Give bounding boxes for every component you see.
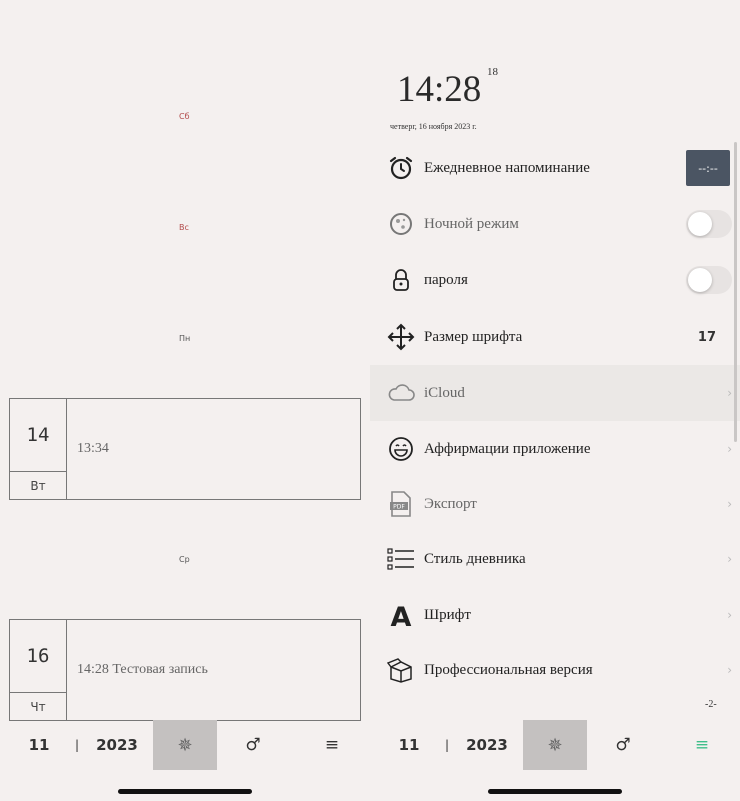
entry-text: 14:28 Тестовая запись bbox=[77, 662, 208, 677]
alarm-clock-icon bbox=[386, 153, 416, 183]
chevron-right-icon: › bbox=[727, 608, 732, 622]
password-toggle[interactable] bbox=[686, 266, 732, 294]
chevron-right-icon: › bbox=[727, 663, 732, 677]
bottom-toolbar: 11 | 2023 ✵ ♂ ≡ bbox=[370, 720, 740, 772]
chevron-right-icon: › bbox=[727, 442, 732, 456]
month-button[interactable]: 11 bbox=[24, 720, 54, 770]
settings-row-password[interactable]: пароля bbox=[370, 252, 740, 308]
toolbar-separator: | bbox=[444, 738, 450, 752]
day-label-sunday: Вс bbox=[179, 223, 189, 232]
year-button[interactable]: 2023 bbox=[92, 720, 142, 770]
month-button[interactable]: 11 bbox=[394, 720, 424, 770]
settings-label: Ежедневное напоминание bbox=[424, 159, 590, 176]
home-indicator bbox=[118, 789, 252, 794]
diary-entry[interactable]: 16 Чт 14:28 Тестовая запись bbox=[9, 619, 361, 721]
gender-icon[interactable]: ♂ bbox=[240, 720, 266, 770]
settings-label: Профессиональная версия bbox=[424, 661, 593, 678]
toolbar-separator: | bbox=[74, 738, 80, 752]
settings-pane: 14:28 18 четверг, 16 ноября 2023 г. Ежед… bbox=[370, 0, 740, 801]
entry-day-number: 16 bbox=[26, 645, 50, 667]
checklist-icon bbox=[386, 544, 416, 574]
settings-row-icloud[interactable]: iCloud › bbox=[370, 365, 740, 421]
entry-day-number: 14 bbox=[26, 424, 50, 446]
svg-text:PDF: PDF bbox=[393, 504, 405, 511]
settings-label: iCloud bbox=[424, 384, 465, 401]
settings-label: Ночной режим bbox=[424, 215, 519, 232]
pdf-icon: PDF bbox=[386, 489, 416, 519]
settings-row-export[interactable]: PDF Экспорт › bbox=[370, 476, 740, 532]
moon-icon bbox=[386, 209, 416, 239]
menu-icon[interactable]: ≡ bbox=[320, 720, 344, 770]
chevron-right-icon: › bbox=[727, 552, 732, 566]
entry-date-box: 14 Вт bbox=[10, 399, 67, 499]
scrollbar[interactable] bbox=[734, 142, 737, 442]
settings-label: Размер шрифта bbox=[424, 328, 523, 345]
settings-label: Аффирмации приложение bbox=[424, 440, 591, 457]
bottom-toolbar: 11 | 2023 ✵ ♂ ≡ bbox=[0, 720, 370, 772]
settings-row-font-size[interactable]: Размер шрифта 17 bbox=[370, 309, 740, 365]
lock-icon bbox=[386, 265, 416, 295]
chevron-right-icon: › bbox=[727, 386, 732, 400]
night-mode-toggle[interactable] bbox=[686, 210, 732, 238]
entry-weekday: Чт bbox=[10, 692, 66, 720]
entry-date-box: 16 Чт bbox=[10, 620, 67, 720]
home-indicator bbox=[488, 789, 622, 794]
font-a-icon: A bbox=[386, 600, 416, 630]
settings-row-font[interactable]: A Шрифт › bbox=[370, 587, 740, 643]
cloud-icon bbox=[386, 378, 416, 408]
settings-row-pro-version[interactable]: Профессиональная версия › bbox=[370, 642, 740, 698]
clock-time: 14:28 bbox=[397, 69, 482, 110]
mood-sun-icon[interactable]: ✵ bbox=[153, 720, 217, 770]
entry-weekday: Вт bbox=[10, 471, 66, 499]
entry-text: 13:34 bbox=[77, 441, 109, 456]
gender-icon[interactable]: ♂ bbox=[610, 720, 636, 770]
svg-text:A: A bbox=[391, 602, 412, 628]
clock-seconds: 18 bbox=[487, 66, 498, 78]
settings-label: Шрифт bbox=[424, 606, 471, 623]
reminder-time-button[interactable]: --:-- bbox=[686, 150, 730, 186]
settings-row-daily-reminder[interactable]: Ежедневное напоминание --:-- bbox=[370, 140, 740, 196]
settings-row-diary-style[interactable]: Стиль дневника › bbox=[370, 531, 740, 587]
settings-row-night-mode[interactable]: Ночной режим bbox=[370, 196, 740, 252]
menu-icon[interactable]: ≡ bbox=[690, 720, 714, 770]
page-indicator: -2- bbox=[705, 699, 717, 710]
settings-label: пароля bbox=[424, 271, 468, 288]
diary-entry[interactable]: 14 Вт 13:34 bbox=[9, 398, 361, 500]
chevron-right-icon: › bbox=[727, 497, 732, 511]
day-label-monday: Пн bbox=[179, 334, 191, 343]
font-size-value[interactable]: 17 bbox=[698, 330, 716, 345]
box-icon bbox=[386, 655, 416, 685]
day-label-wednesday: Ср bbox=[179, 555, 190, 564]
move-arrows-icon bbox=[386, 322, 416, 352]
current-date: четверг, 16 ноября 2023 г. bbox=[390, 122, 477, 131]
day-label-saturday: Сб bbox=[179, 112, 190, 121]
smile-icon bbox=[386, 434, 416, 464]
mood-sun-icon[interactable]: ✵ bbox=[523, 720, 587, 770]
year-button[interactable]: 2023 bbox=[462, 720, 512, 770]
diary-list-pane: Сб Вс Пн 14 Вт 13:34 Ср 16 Чт 14:28 Тест… bbox=[0, 0, 370, 801]
settings-label: Экспорт bbox=[424, 495, 477, 512]
settings-label: Стиль дневника bbox=[424, 550, 526, 567]
settings-row-affirmations[interactable]: Аффирмации приложение › bbox=[370, 421, 740, 477]
